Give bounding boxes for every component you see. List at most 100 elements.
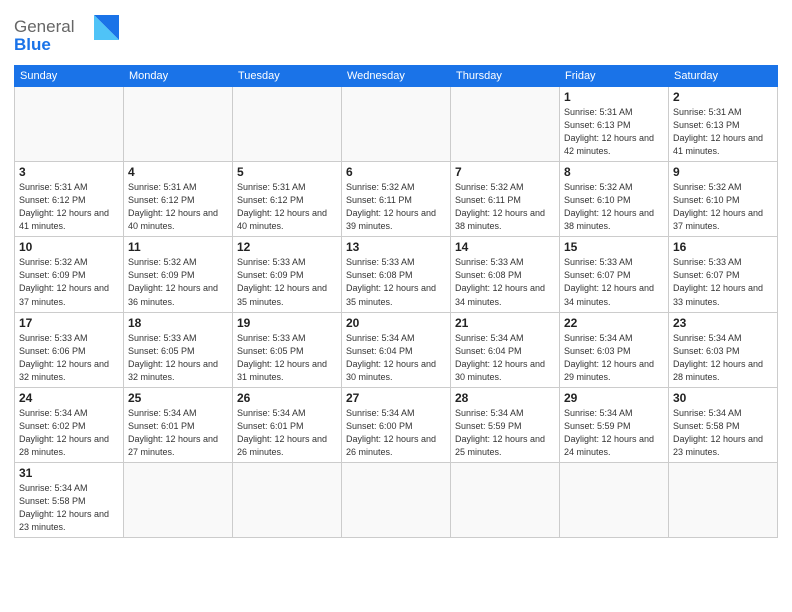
day-number: 16 (673, 240, 773, 254)
weekday-header-tuesday: Tuesday (233, 66, 342, 87)
calendar-cell: 20 Sunrise: 5:34 AM Sunset: 6:04 PM Dayli… (342, 312, 451, 387)
calendar-cell: 24Sunrise: 5:34 AM Sunset: 6:02 PM Dayli… (15, 387, 124, 462)
day-info: Sunrise: 5:34 AM Sunset: 5:59 PM Dayligh… (564, 407, 664, 459)
calendar-cell (124, 462, 233, 537)
day-number: 17 (19, 316, 119, 330)
calendar-cell: 29 Sunrise: 5:34 AM Sunset: 5:59 PM Dayli… (560, 387, 669, 462)
day-info: Sunrise: 5:32 AM Sunset: 6:11 PM Dayligh… (346, 181, 446, 233)
day-info: Sunrise: 5:33 AM Sunset: 6:09 PM Dayligh… (237, 256, 337, 308)
day-number: 4 (128, 165, 228, 179)
calendar-cell: 19Sunrise: 5:33 AM Sunset: 6:05 PM Dayli… (233, 312, 342, 387)
day-info: Sunrise: 5:34 AM Sunset: 6:01 PM Dayligh… (128, 407, 228, 459)
day-number: 29 (564, 391, 664, 405)
day-info: Sunrise: 5:31 AM Sunset: 6:13 PM Dayligh… (564, 106, 664, 158)
calendar-cell: 5 Sunrise: 5:31 AM Sunset: 6:12 PM Daylig… (233, 162, 342, 237)
calendar-cell: 17Sunrise: 5:33 AM Sunset: 6:06 PM Dayli… (15, 312, 124, 387)
day-info: Sunrise: 5:34 AM Sunset: 6:01 PM Dayligh… (237, 407, 337, 459)
day-number: 18 (128, 316, 228, 330)
day-number: 9 (673, 165, 773, 179)
calendar-cell: 11 Sunrise: 5:32 AM Sunset: 6:09 PM Dayli… (124, 237, 233, 312)
day-number: 6 (346, 165, 446, 179)
day-number: 21 (455, 316, 555, 330)
calendar-cell: 3 Sunrise: 5:31 AM Sunset: 6:12 PM Daylig… (15, 162, 124, 237)
calendar-cell (342, 87, 451, 162)
weekday-header-wednesday: Wednesday (342, 66, 451, 87)
svg-text:General: General (14, 17, 74, 36)
calendar-cell: 1 Sunrise: 5:31 AM Sunset: 6:13 PM Daylig… (560, 87, 669, 162)
day-number: 22 (564, 316, 664, 330)
week-row-5: 31Sunrise: 5:34 AM Sunset: 5:58 PM Dayli… (15, 462, 778, 537)
day-number: 8 (564, 165, 664, 179)
calendar-cell: 14Sunrise: 5:33 AM Sunset: 6:08 PM Dayli… (451, 237, 560, 312)
day-info: Sunrise: 5:33 AM Sunset: 6:08 PM Dayligh… (346, 256, 446, 308)
day-info: Sunrise: 5:32 AM Sunset: 6:10 PM Dayligh… (564, 181, 664, 233)
week-row-1: 3 Sunrise: 5:31 AM Sunset: 6:12 PM Daylig… (15, 162, 778, 237)
day-info: Sunrise: 5:34 AM Sunset: 5:58 PM Dayligh… (673, 407, 773, 459)
day-number: 2 (673, 90, 773, 104)
week-row-3: 17Sunrise: 5:33 AM Sunset: 6:06 PM Dayli… (15, 312, 778, 387)
calendar-cell (15, 87, 124, 162)
weekday-header-sunday: Sunday (15, 66, 124, 87)
calendar-cell (451, 87, 560, 162)
day-info: Sunrise: 5:32 AM Sunset: 6:10 PM Dayligh… (673, 181, 773, 233)
day-info: Sunrise: 5:34 AM Sunset: 6:04 PM Dayligh… (455, 332, 555, 384)
calendar-cell: 10 Sunrise: 5:32 AM Sunset: 6:09 PM Dayli… (15, 237, 124, 312)
day-info: Sunrise: 5:33 AM Sunset: 6:08 PM Dayligh… (455, 256, 555, 308)
day-number: 10 (19, 240, 119, 254)
day-number: 1 (564, 90, 664, 104)
calendar-cell: 7 Sunrise: 5:32 AM Sunset: 6:11 PM Daylig… (451, 162, 560, 237)
day-info: Sunrise: 5:33 AM Sunset: 6:05 PM Dayligh… (128, 332, 228, 384)
week-row-2: 10 Sunrise: 5:32 AM Sunset: 6:09 PM Dayli… (15, 237, 778, 312)
day-info: Sunrise: 5:32 AM Sunset: 6:11 PM Dayligh… (455, 181, 555, 233)
calendar-cell: 22Sunrise: 5:34 AM Sunset: 6:03 PM Dayli… (560, 312, 669, 387)
day-info: Sunrise: 5:31 AM Sunset: 6:12 PM Dayligh… (128, 181, 228, 233)
day-number: 28 (455, 391, 555, 405)
day-number: 12 (237, 240, 337, 254)
day-info: Sunrise: 5:33 AM Sunset: 6:07 PM Dayligh… (673, 256, 773, 308)
calendar-cell: 28 Sunrise: 5:34 AM Sunset: 5:59 PM Dayli… (451, 387, 560, 462)
calendar-cell: 27 Sunrise: 5:34 AM Sunset: 6:00 PM Dayli… (342, 387, 451, 462)
day-info: Sunrise: 5:32 AM Sunset: 6:09 PM Dayligh… (19, 256, 119, 308)
day-info: Sunrise: 5:31 AM Sunset: 6:12 PM Dayligh… (19, 181, 119, 233)
calendar-cell: 26 Sunrise: 5:34 AM Sunset: 6:01 PM Dayli… (233, 387, 342, 462)
svg-text:Blue: Blue (14, 35, 51, 54)
calendar-cell: 8 Sunrise: 5:32 AM Sunset: 6:10 PM Daylig… (560, 162, 669, 237)
day-number: 15 (564, 240, 664, 254)
day-number: 13 (346, 240, 446, 254)
calendar-cell: 31Sunrise: 5:34 AM Sunset: 5:58 PM Dayli… (15, 462, 124, 537)
calendar-cell: 12 Sunrise: 5:33 AM Sunset: 6:09 PM Dayli… (233, 237, 342, 312)
day-number: 11 (128, 240, 228, 254)
calendar-cell: 25Sunrise: 5:34 AM Sunset: 6:01 PM Dayli… (124, 387, 233, 462)
week-row-0: 1 Sunrise: 5:31 AM Sunset: 6:13 PM Daylig… (15, 87, 778, 162)
day-number: 7 (455, 165, 555, 179)
day-info: Sunrise: 5:32 AM Sunset: 6:09 PM Dayligh… (128, 256, 228, 308)
weekday-header-saturday: Saturday (669, 66, 778, 87)
calendar-cell (124, 87, 233, 162)
day-number: 20 (346, 316, 446, 330)
day-number: 5 (237, 165, 337, 179)
day-number: 3 (19, 165, 119, 179)
calendar-cell: 2 Sunrise: 5:31 AM Sunset: 6:13 PM Daylig… (669, 87, 778, 162)
day-number: 31 (19, 466, 119, 480)
weekday-header-friday: Friday (560, 66, 669, 87)
day-info: Sunrise: 5:34 AM Sunset: 6:00 PM Dayligh… (346, 407, 446, 459)
week-row-4: 24Sunrise: 5:34 AM Sunset: 6:02 PM Dayli… (15, 387, 778, 462)
calendar-cell (233, 462, 342, 537)
day-number: 23 (673, 316, 773, 330)
day-info: Sunrise: 5:34 AM Sunset: 5:59 PM Dayligh… (455, 407, 555, 459)
calendar-cell: 6 Sunrise: 5:32 AM Sunset: 6:11 PM Daylig… (342, 162, 451, 237)
calendar-cell: 16 Sunrise: 5:33 AM Sunset: 6:07 PM Dayli… (669, 237, 778, 312)
calendar-cell: 15Sunrise: 5:33 AM Sunset: 6:07 PM Dayli… (560, 237, 669, 312)
calendar-cell: 21 Sunrise: 5:34 AM Sunset: 6:04 PM Dayli… (451, 312, 560, 387)
day-info: Sunrise: 5:34 AM Sunset: 6:04 PM Dayligh… (346, 332, 446, 384)
logo-svg: General Blue (14, 10, 119, 54)
calendar-cell: 13 Sunrise: 5:33 AM Sunset: 6:08 PM Dayli… (342, 237, 451, 312)
calendar: SundayMondayTuesdayWednesdayThursdayFrid… (14, 65, 778, 538)
day-info: Sunrise: 5:34 AM Sunset: 6:02 PM Dayligh… (19, 407, 119, 459)
day-number: 26 (237, 391, 337, 405)
day-number: 27 (346, 391, 446, 405)
day-info: Sunrise: 5:31 AM Sunset: 6:12 PM Dayligh… (237, 181, 337, 233)
calendar-cell (342, 462, 451, 537)
day-number: 30 (673, 391, 773, 405)
day-info: Sunrise: 5:31 AM Sunset: 6:13 PM Dayligh… (673, 106, 773, 158)
